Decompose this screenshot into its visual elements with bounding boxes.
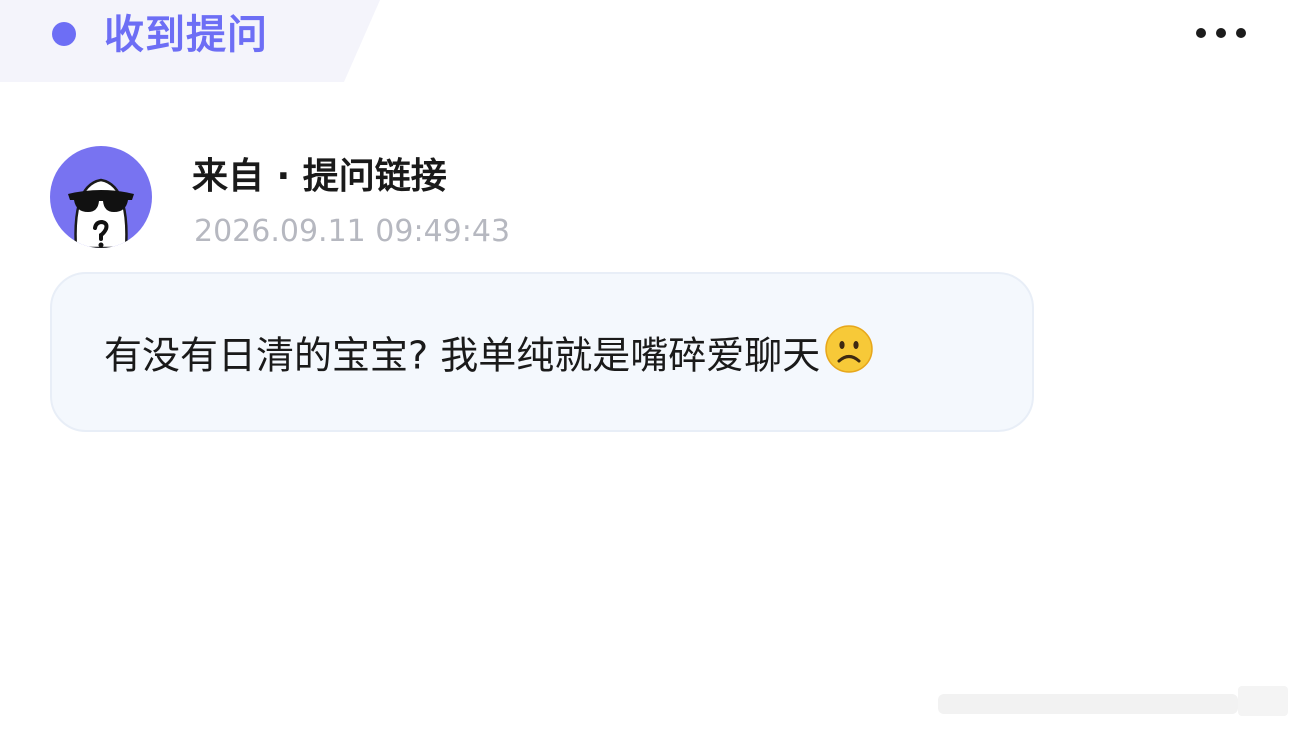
more-dot-icon [1236, 28, 1246, 38]
more-dot-icon [1196, 28, 1206, 38]
anonymous-avatar-icon [68, 178, 134, 248]
question-source: 来自 · 提问链接 [192, 156, 447, 197]
question-timestamp: 2026.09.11 09:49:43 [194, 214, 511, 249]
page-title: 收到提问 [104, 12, 268, 58]
question-text-row: 有没有日清的宝宝? 我单纯就是嘴碎爱聊天 [104, 325, 874, 386]
question-page: 收到提问 来自 · 提问链接 2026.09.11 09:49:43 有没有日清… [0, 0, 1300, 731]
watermark [938, 682, 1288, 722]
frowning-face-icon [824, 324, 874, 386]
question-text: 有没有日清的宝宝? 我单纯就是嘴碎爱聊天 [104, 333, 821, 378]
header-dot-icon [52, 22, 76, 46]
more-options-button[interactable] [1196, 20, 1246, 46]
avatar[interactable] [50, 146, 152, 248]
more-dot-icon [1216, 28, 1226, 38]
question-bubble: 有没有日清的宝宝? 我单纯就是嘴碎爱聊天 [50, 272, 1034, 432]
